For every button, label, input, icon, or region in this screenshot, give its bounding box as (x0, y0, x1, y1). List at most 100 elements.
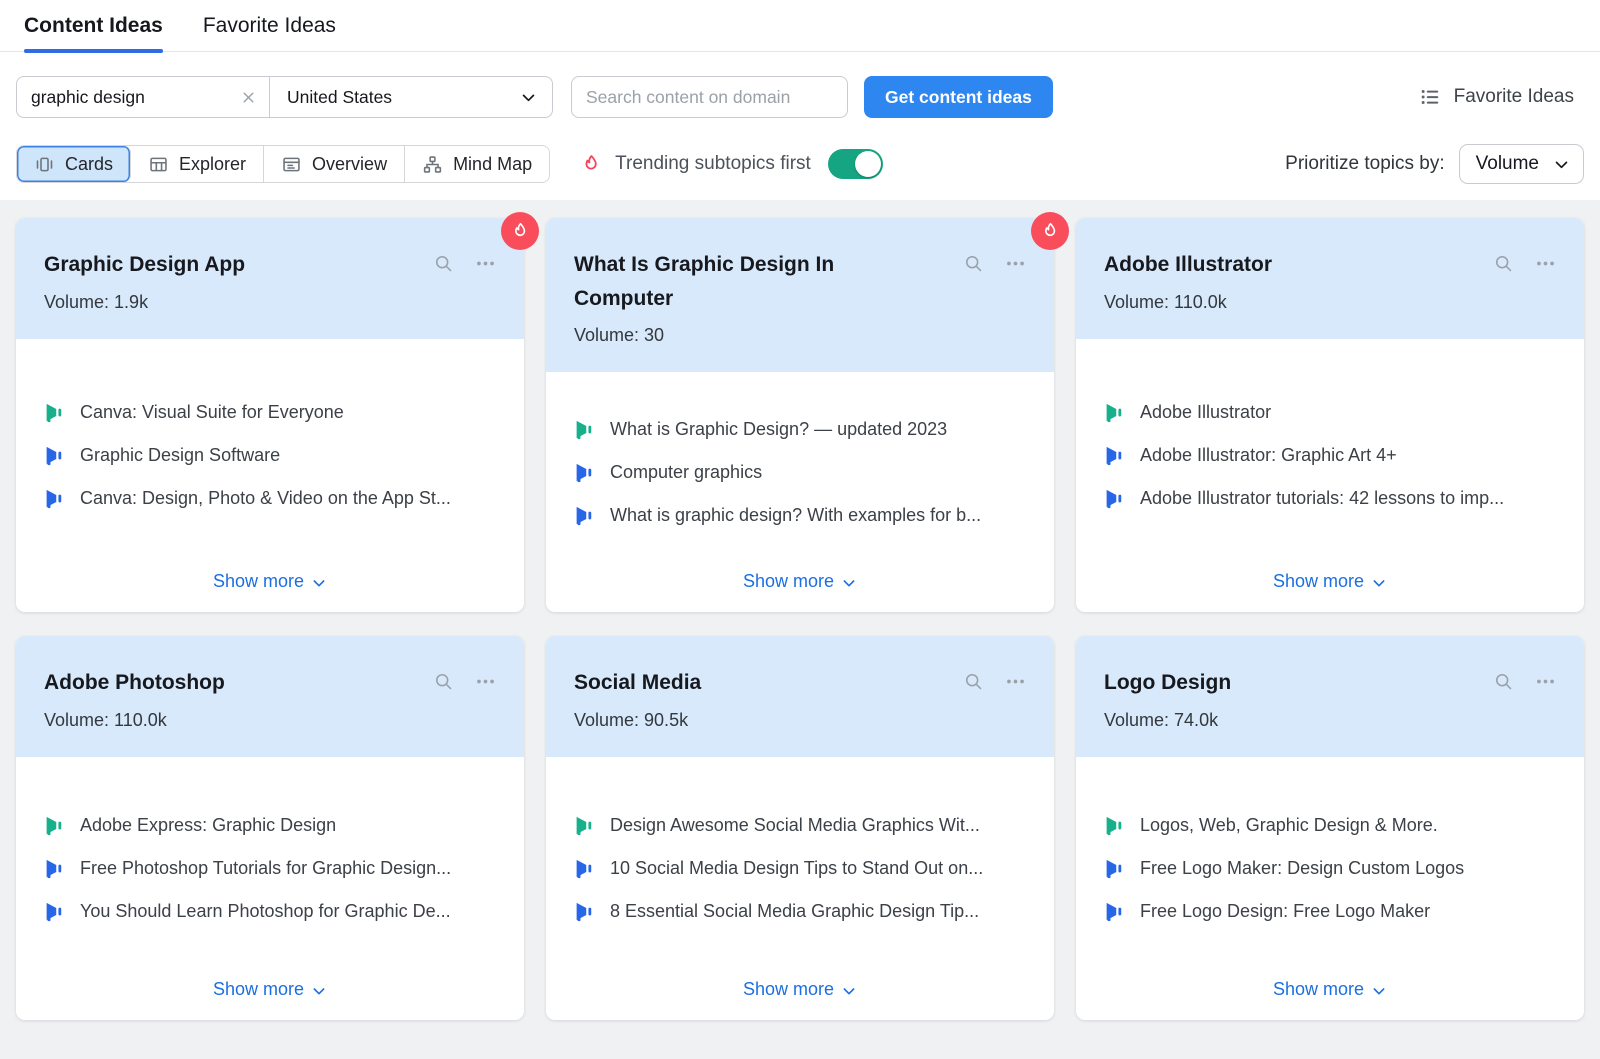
country-select-value: United States (287, 87, 392, 108)
tab-content-ideas[interactable]: Content Ideas (24, 14, 163, 51)
card-title: What Is Graphic Design In Computer (574, 248, 874, 315)
search-icon[interactable] (963, 253, 984, 274)
subtopic-headline[interactable]: Free Logo Maker: Design Custom Logos (1104, 858, 1556, 879)
more-options-icon[interactable] (475, 671, 496, 692)
cards-icon (34, 154, 55, 175)
trending-badge (501, 212, 539, 250)
show-more-link[interactable]: Show more (1104, 973, 1556, 1000)
view-overview-button[interactable]: Overview (264, 146, 405, 182)
get-content-ideas-button[interactable]: Get content ideas (864, 76, 1053, 118)
chevron-down-icon (1371, 575, 1387, 591)
card-header: Social Media Volume: 90.5k (546, 636, 1054, 757)
card-title: Logo Design (1104, 666, 1231, 700)
search-icon[interactable] (1493, 253, 1514, 274)
favorite-ideas-link[interactable]: Favorite Ideas (1419, 86, 1584, 108)
topic-card: Adobe Photoshop Volume: 110.0k Adobe Exp… (16, 636, 524, 1020)
megaphone-icon (574, 462, 595, 483)
more-options-icon[interactable] (1005, 253, 1026, 274)
view-mindmap-label: Mind Map (453, 154, 532, 175)
subtopic-headline[interactable]: Adobe Illustrator (1104, 402, 1556, 423)
subtopic-headline[interactable]: Graphic Design Software (44, 445, 496, 466)
megaphone-icon (44, 445, 65, 466)
chevron-down-icon (841, 983, 857, 999)
card-title: Adobe Photoshop (44, 666, 225, 700)
subtopic-headline[interactable]: Logos, Web, Graphic Design & More. (1104, 815, 1556, 836)
card-header: Graphic Design App Volume: 1.9k (16, 218, 524, 339)
subtopic-headline[interactable]: Adobe Express: Graphic Design (44, 815, 496, 836)
megaphone-icon (574, 901, 595, 922)
view-cards-button[interactable]: Cards (17, 146, 131, 182)
subtopic-headline[interactable]: What is Graphic Design? — updated 2023 (574, 419, 1026, 440)
search-icon[interactable] (963, 671, 984, 692)
subtopic-headline[interactable]: Free Photoshop Tutorials for Graphic Des… (44, 858, 496, 879)
country-select[interactable]: United States (270, 77, 552, 117)
more-options-icon[interactable] (1535, 671, 1556, 692)
subtopic-headline[interactable]: Computer graphics (574, 462, 1026, 483)
megaphone-icon (44, 815, 65, 836)
trending-subtopics-label: Trending subtopics first (615, 153, 811, 175)
subtopic-headline[interactable]: Free Logo Design: Free Logo Maker (1104, 901, 1556, 922)
megaphone-icon (1104, 815, 1125, 836)
subtopic-headline[interactable]: What is graphic design? With examples fo… (574, 505, 1026, 526)
chevron-down-icon (1371, 983, 1387, 999)
card-header: Adobe Photoshop Volume: 110.0k (16, 636, 524, 757)
subtopic-headline[interactable]: Adobe Illustrator tutorials: 42 lessons … (1104, 488, 1556, 509)
card-title: Graphic Design App (44, 248, 245, 282)
search-icon[interactable] (433, 671, 454, 692)
clear-search-icon[interactable] (240, 89, 257, 106)
card-volume: Volume: 110.0k (1104, 292, 1556, 313)
view-toggle: Cards Explorer Overview Mind Map (16, 145, 550, 183)
tab-favorite-ideas[interactable]: Favorite Ideas (203, 14, 336, 51)
more-options-icon[interactable] (1005, 671, 1026, 692)
card-volume: Volume: 90.5k (574, 710, 1026, 731)
megaphone-icon (44, 402, 65, 423)
sitemap-icon (422, 154, 443, 175)
view-cards-label: Cards (65, 154, 113, 175)
card-header: Logo Design Volume: 74.0k (1076, 636, 1584, 757)
view-explorer-button[interactable]: Explorer (131, 146, 264, 182)
view-mindmap-button[interactable]: Mind Map (405, 146, 549, 182)
card-body: Adobe Illustrator Adobe Illustrator: Gra… (1076, 339, 1584, 612)
megaphone-icon (44, 901, 65, 922)
card-body: What is Graphic Design? — updated 2023 C… (546, 372, 1054, 612)
megaphone-icon (1104, 488, 1125, 509)
search-icon[interactable] (1493, 671, 1514, 692)
cards-area: Graphic Design App Volume: 1.9k Canva: V… (0, 200, 1600, 1059)
view-overview-label: Overview (312, 154, 387, 175)
megaphone-icon (1104, 858, 1125, 879)
show-more-link[interactable]: Show more (574, 973, 1026, 1000)
megaphone-icon (1104, 445, 1125, 466)
subtopic-headline[interactable]: 10 Social Media Design Tips to Stand Out… (574, 858, 1026, 879)
prioritize-label: Prioritize topics by: (1285, 153, 1444, 175)
domain-search-input[interactable] (571, 76, 848, 118)
show-more-link[interactable]: Show more (44, 565, 496, 592)
show-more-link[interactable]: Show more (44, 973, 496, 1000)
subtopic-headline[interactable]: 8 Essential Social Media Graphic Design … (574, 901, 1026, 922)
trending-toggle[interactable] (828, 149, 883, 179)
megaphone-icon (44, 858, 65, 879)
megaphone-icon (1104, 901, 1125, 922)
more-options-icon[interactable] (475, 253, 496, 274)
more-options-icon[interactable] (1535, 253, 1556, 274)
card-volume: Volume: 110.0k (44, 710, 496, 731)
topic-card: Adobe Illustrator Volume: 110.0k Adobe I… (1076, 218, 1584, 612)
subtopic-headline[interactable]: Adobe Illustrator: Graphic Art 4+ (1104, 445, 1556, 466)
subtopic-headline[interactable]: You Should Learn Photoshop for Graphic D… (44, 901, 496, 922)
keyword-search-input[interactable] (31, 87, 232, 108)
subtopic-headline[interactable]: Design Awesome Social Media Graphics Wit… (574, 815, 1026, 836)
show-more-link[interactable]: Show more (574, 565, 1026, 592)
card-header: Adobe Illustrator Volume: 110.0k (1076, 218, 1584, 339)
show-more-link[interactable]: Show more (1104, 565, 1556, 592)
favorite-ideas-label: Favorite Ideas (1454, 86, 1574, 108)
megaphone-icon (574, 505, 595, 526)
topic-research-page: Content Ideas Favorite Ideas United Stat… (0, 0, 1600, 1059)
fire-icon (510, 221, 531, 242)
card-title: Adobe Illustrator (1104, 248, 1272, 282)
table-icon (148, 154, 169, 175)
search-icon[interactable] (433, 253, 454, 274)
prioritize-select[interactable]: Volume (1459, 144, 1584, 184)
view-explorer-label: Explorer (179, 154, 246, 175)
subtopic-headline[interactable]: Canva: Design, Photo & Video on the App … (44, 488, 496, 509)
subtopic-headline[interactable]: Canva: Visual Suite for Everyone (44, 402, 496, 423)
topic-card-grid: Graphic Design App Volume: 1.9k Canva: V… (16, 218, 1584, 1020)
